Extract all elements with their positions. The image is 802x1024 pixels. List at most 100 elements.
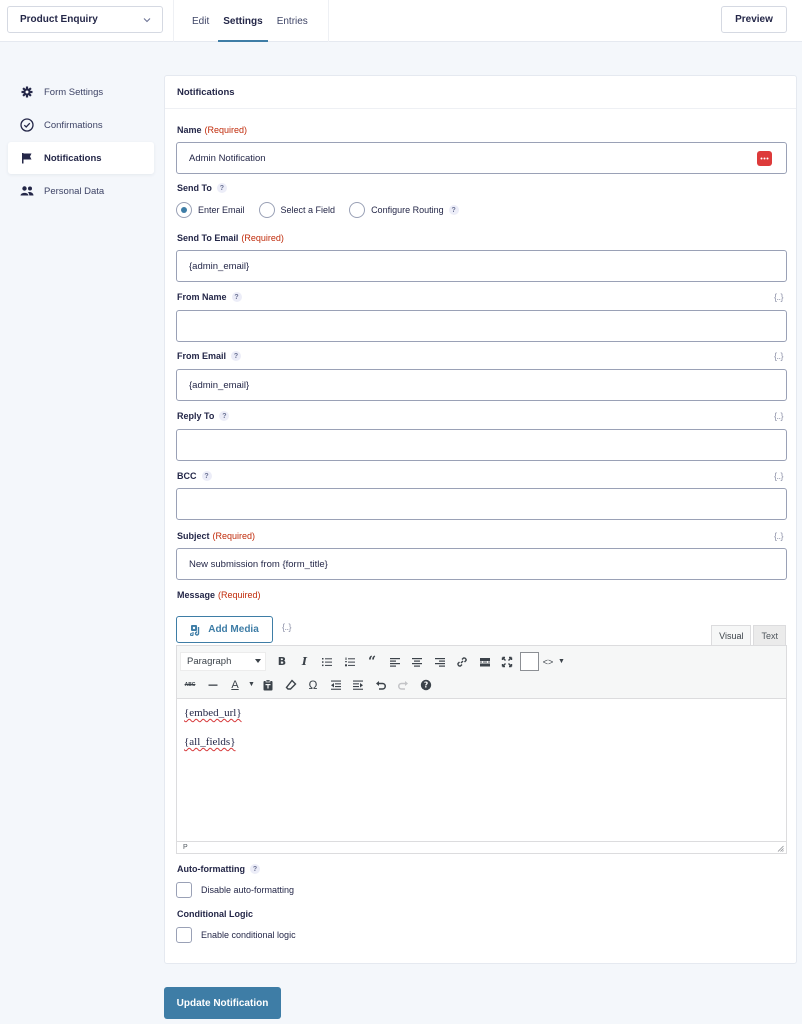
disable-auto-formatting-label[interactable]: Disable auto-formatting bbox=[201, 885, 294, 895]
help-icon[interactable]: ? bbox=[201, 471, 212, 481]
undo-icon[interactable] bbox=[371, 675, 391, 695]
resize-handle-icon[interactable] bbox=[777, 845, 784, 852]
radio-configure-routing[interactable]: Configure Routing ? bbox=[349, 202, 459, 218]
tab-entries[interactable]: Entries bbox=[270, 0, 315, 42]
form-switcher-select[interactable]: Product Enquiry bbox=[7, 6, 163, 33]
read-more-icon[interactable] bbox=[475, 652, 495, 672]
bcc-label-text: BCC bbox=[177, 471, 197, 481]
caret-down-icon[interactable]: ▼ bbox=[248, 675, 256, 695]
tab-edit-label: Edit bbox=[192, 15, 210, 27]
reply-to-label: Reply To ? bbox=[177, 411, 230, 421]
radio-label: Select a Field bbox=[280, 205, 336, 215]
media-icon bbox=[190, 624, 200, 636]
indent-icon[interactable] bbox=[348, 675, 368, 695]
message-editor: Paragraph B I “ <> ▼ ABC A ▼ Ω ? {embed_… bbox=[176, 645, 787, 854]
fullscreen-icon[interactable] bbox=[497, 652, 517, 672]
merge-tag-icon[interactable]: {..} bbox=[282, 622, 292, 632]
horizontal-line-icon[interactable] bbox=[203, 675, 223, 695]
bcc-label: BCC ? bbox=[177, 471, 212, 481]
more-options-icon[interactable] bbox=[757, 151, 772, 166]
merge-tag-icon[interactable]: {..} bbox=[774, 292, 784, 302]
bullet-list-icon[interactable] bbox=[317, 652, 337, 672]
subject-input[interactable]: New submission from {form_title} bbox=[176, 548, 787, 580]
tab-settings[interactable]: Settings bbox=[216, 0, 269, 42]
required-indicator: (Required) bbox=[212, 531, 256, 541]
redo-icon[interactable] bbox=[393, 675, 413, 695]
sidebar-item-confirmations[interactable]: Confirmations bbox=[8, 109, 154, 141]
tab-text[interactable]: Text bbox=[753, 625, 786, 646]
enable-conditional-logic-label[interactable]: Enable conditional logic bbox=[201, 930, 296, 940]
text-color-icon[interactable]: A bbox=[225, 675, 245, 695]
settings-sidebar: Form Settings Confirmations Notification… bbox=[8, 76, 154, 208]
help-icon[interactable]: ? bbox=[448, 205, 459, 215]
help-icon[interactable]: ? bbox=[249, 864, 260, 874]
clear-formatting-icon[interactable] bbox=[281, 675, 301, 695]
reply-to-input[interactable] bbox=[176, 429, 787, 461]
link-icon[interactable] bbox=[452, 652, 472, 672]
help-icon[interactable]: ? bbox=[231, 292, 242, 302]
sidebar-item-notifications[interactable]: Notifications bbox=[8, 142, 154, 174]
bcc-input[interactable] bbox=[176, 488, 787, 520]
notification-panel: Notifications Name (Required) Admin Noti… bbox=[164, 75, 797, 964]
subject-value: New submission from {form_title} bbox=[189, 558, 328, 570]
update-notification-button[interactable]: Update Notification bbox=[164, 987, 281, 1019]
sidebar-item-label: Personal Data bbox=[44, 185, 105, 197]
send-to-label-text: Send To bbox=[177, 183, 212, 193]
tab-visual[interactable]: Visual bbox=[711, 625, 752, 646]
send-to-email-input[interactable]: {admin_email} bbox=[176, 250, 787, 282]
editor-mode-tabs: Visual Text bbox=[709, 625, 786, 646]
outdent-icon[interactable] bbox=[326, 675, 346, 695]
radio-select-field[interactable]: Select a Field bbox=[258, 202, 336, 218]
add-media-label: Add Media bbox=[208, 624, 259, 635]
help-icon[interactable]: ? bbox=[219, 411, 230, 421]
special-character-icon[interactable]: Ω bbox=[303, 675, 323, 695]
merge-tag-icon[interactable]: {..} bbox=[774, 411, 784, 421]
align-left-icon[interactable] bbox=[385, 652, 405, 672]
send-to-email-label: Send To Email (Required) bbox=[177, 233, 284, 243]
paste-text-icon[interactable] bbox=[258, 675, 278, 695]
toolbar-toggle-button[interactable] bbox=[519, 652, 539, 671]
radio-circle[interactable] bbox=[258, 202, 275, 218]
help-circle-icon[interactable]: ? bbox=[416, 675, 436, 695]
radio-circle[interactable] bbox=[176, 202, 192, 218]
svg-text:?: ? bbox=[423, 680, 427, 689]
tab-entries-label: Entries bbox=[276, 15, 308, 27]
align-center-icon[interactable] bbox=[407, 652, 427, 672]
merge-tag-icon[interactable]: {..} bbox=[774, 471, 784, 481]
code-icon[interactable]: <> bbox=[541, 652, 555, 672]
sidebar-item-personal-data[interactable]: Personal Data bbox=[8, 175, 154, 207]
caret-down-icon bbox=[255, 659, 261, 663]
bold-icon[interactable]: B bbox=[272, 652, 292, 672]
help-icon[interactable]: ? bbox=[216, 183, 227, 193]
send-to-email-value: {admin_email} bbox=[189, 260, 250, 272]
blockquote-icon[interactable]: “ bbox=[362, 652, 382, 672]
merge-tag-icon[interactable]: {..} bbox=[774, 531, 784, 541]
italic-icon[interactable]: I bbox=[295, 652, 315, 672]
preview-button[interactable]: Preview bbox=[721, 6, 787, 33]
sidebar-item-form-settings[interactable]: Form Settings bbox=[8, 76, 154, 108]
radio-circle[interactable] bbox=[349, 202, 366, 218]
merge-tag-icon[interactable]: {..} bbox=[774, 351, 784, 361]
align-right-icon[interactable] bbox=[430, 652, 450, 672]
name-input[interactable]: Admin Notification bbox=[176, 142, 787, 174]
from-name-input[interactable] bbox=[176, 310, 787, 342]
message-line: {embed_url} bbox=[184, 707, 242, 719]
element-path[interactable]: P bbox=[183, 844, 188, 851]
tab-edit[interactable]: Edit bbox=[185, 0, 216, 42]
strikethrough-icon[interactable]: ABC bbox=[180, 675, 200, 695]
help-icon[interactable]: ? bbox=[231, 351, 242, 361]
caret-down-icon[interactable]: ▼ bbox=[558, 652, 566, 672]
radio-enter-email[interactable]: Enter Email bbox=[176, 202, 245, 218]
format-select[interactable]: Paragraph bbox=[180, 652, 266, 671]
send-to-radio-group: Enter Email Select a Field Configure Rou… bbox=[176, 202, 473, 218]
editor-statusbar: P bbox=[177, 841, 786, 853]
from-name-label: From Name ? bbox=[177, 292, 242, 302]
sidebar-item-label: Form Settings bbox=[44, 86, 104, 98]
add-media-button[interactable]: Add Media bbox=[176, 616, 273, 643]
form-tabs: Edit Settings Entries bbox=[173, 0, 329, 42]
from-email-input[interactable]: {admin_email} bbox=[176, 369, 787, 401]
enable-conditional-logic-checkbox[interactable] bbox=[176, 927, 192, 943]
message-content-area[interactable]: {embed_url} {all_fields} bbox=[177, 699, 786, 841]
disable-auto-formatting-checkbox[interactable] bbox=[176, 882, 192, 898]
numbered-list-icon[interactable] bbox=[340, 652, 360, 672]
